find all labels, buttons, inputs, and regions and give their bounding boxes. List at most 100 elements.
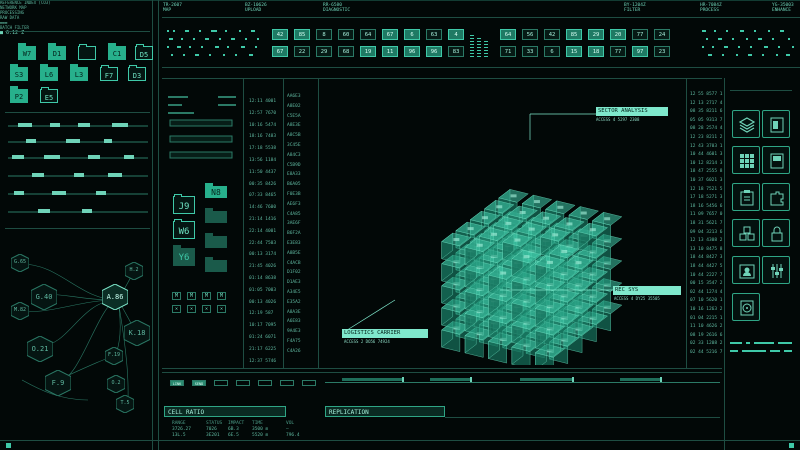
folder-d3[interactable]: D3 [128,65,146,81]
hex-node-label: F.9 [51,379,65,387]
header-cell-enhance[interactable]: YG-35003 ENHANCE [772,3,794,13]
folder-n8[interactable]: N8 [205,183,227,198]
status-led-left [6,443,11,448]
hex-node[interactable]: F.9 [45,370,71,396]
card-tile[interactable] [762,146,790,174]
folder-f7[interactable]: F7 [100,65,118,81]
stack-tile[interactable] [732,110,760,138]
grid-tile[interactable] [732,146,760,174]
time-entry-right: 02 44 1274 4 [690,289,723,295]
time-entry-right: 12 43 3703 1 [690,143,723,149]
header-cell-upload[interactable]: BZ-10626 UPLOAD [245,3,267,13]
folder-w6[interactable]: W6 [173,219,195,239]
time-entry: 10:16 5474 [249,122,277,128]
tab-7[interactable] [302,380,316,386]
clipboard-icon [740,190,754,206]
time-entry-right: 11 10 4626 2 [690,324,723,330]
disc-tile[interactable] [732,293,760,321]
folder-d5[interactable]: D5 [135,44,153,60]
folder-l6[interactable]: L6 [40,64,58,81]
callout-logistics-carrier[interactable]: LOGISTICS CARRIER [342,329,428,338]
time-entry-right: 18 44 8427 3 [690,255,723,261]
header-cell-map[interactable]: TR-2607 MAP [163,3,182,13]
tab-3[interactable] [214,380,228,386]
close-button-2[interactable]: ✕ [187,305,196,313]
clipboard-tile[interactable] [732,183,760,211]
tab-5[interactable] [258,380,272,386]
time-entry: 21:14 1416 [249,217,277,222]
tab-send[interactable]: SEND [192,380,206,386]
user-card-icon [739,264,755,279]
tab-6[interactable] [280,380,294,386]
number-cell: 33 [522,46,538,57]
mode-button-1[interactable]: M [172,292,181,300]
ratio-cell: 796.4 [286,433,300,438]
header-cell-process[interactable]: HR-7084Z PROCESS [700,3,722,13]
hex-node[interactable]: K.18 [124,320,150,346]
time-entry: 17:18 5538 [249,146,277,152]
folder-dim-2[interactable] [205,233,227,248]
close-button-1[interactable]: ✕ [172,305,181,313]
folder-j9[interactable]: J9 [173,194,195,214]
puzzle-icon [770,191,784,206]
close-button-3[interactable]: ✕ [202,305,211,313]
time-entry: 18:16 7483 [249,134,277,140]
folder-d1[interactable]: D1 [48,43,66,60]
number-cell: 96 [426,46,442,57]
raw-code-entry: A8C5B [287,133,301,139]
document-tile[interactable] [762,110,790,138]
sliders-tile[interactable] [762,256,790,284]
binary-pattern-right [702,30,794,56]
number-cell: 29 [316,46,332,57]
close-button-4[interactable]: ✕ [217,305,226,313]
time-entry: 21:45 4026 [249,264,277,270]
tab-4[interactable] [236,380,250,386]
hex-node-label: K.18 [128,329,146,337]
mode-button-4[interactable]: M [217,292,226,300]
folder-e5[interactable]: E5 [40,87,58,103]
folder-dim-1[interactable] [205,208,227,223]
raw-code-entry: C4A85 [287,211,301,217]
hex-node[interactable]: M.82 [11,302,29,320]
hex-node[interactable]: F.19 [105,347,123,365]
folder-l3[interactable]: L3 [70,64,88,81]
folder-blank[interactable] [78,44,96,60]
mode-button-2[interactable]: M [187,292,196,300]
hex-node[interactable]: O.2 [107,375,125,393]
hex-node[interactable]: G.40 [31,284,57,310]
folder-y6[interactable]: Y6 [173,245,195,266]
time-entry: 12:11 4001 [249,99,277,104]
callout-sector-analysis[interactable]: SECTOR ANALYSIS [596,107,668,116]
folder-c1[interactable]: C1 [108,43,126,60]
number-cell: 85 [566,29,582,40]
hex-node[interactable]: H.2 [125,262,143,280]
raw-code-entry: F4A75 [287,339,301,344]
mode-button-3[interactable]: M [202,292,211,300]
folder-p2[interactable]: P2 [10,86,28,103]
hex-node[interactable]: A.86 [102,284,128,310]
folder-dim-3[interactable] [205,257,227,272]
number-cell: 22 [294,46,310,57]
batch-filter-bar[interactable] [330,376,720,390]
folder-s3[interactable]: S3 [10,64,28,81]
lock-tile[interactable] [762,219,790,247]
hex-node[interactable]: G.65 [11,254,29,272]
ratio-cell: 3500 m [252,427,269,432]
user-card-tile[interactable] [732,256,760,284]
time-entry: 11:50 4437 [249,169,277,175]
callout-rec-sys[interactable]: REC SYS [613,286,681,295]
header-cell-diagnostic[interactable]: RR-6580 DIAGNOSTIC [323,3,350,13]
header-cell-filter[interactable]: BY-1204Z FILTER [624,3,646,13]
folder-w7[interactable]: W7 [18,43,36,60]
number-cell: 42 [272,29,288,40]
number-cell: 60 [338,29,354,40]
hex-node[interactable]: O.21 [27,336,53,362]
hex-node[interactable]: T.5 [116,395,134,413]
time-entry-right: 18 44 4427 5 [690,264,723,269]
hex-node-label: A.86 [106,293,124,301]
tab-link[interactable]: LINK [170,380,184,386]
card-icon [770,153,784,169]
puzzle-tile[interactable] [762,183,790,211]
boxes-tile[interactable] [732,219,760,247]
number-cell: 77 [632,29,648,40]
